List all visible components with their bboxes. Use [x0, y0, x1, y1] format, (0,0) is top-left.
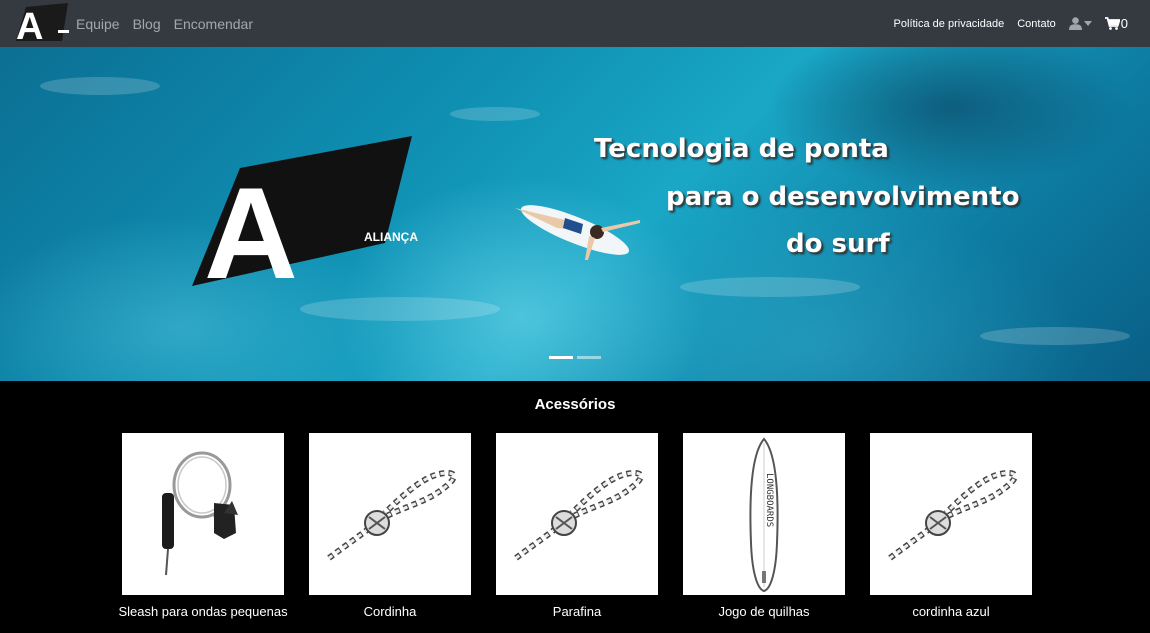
product-card[interactable]: Sleash para ondas pequenas — [118, 433, 288, 619]
nav-link-privacidade[interactable]: Política de privacidade — [894, 18, 1005, 30]
svg-text:LONGBOARDS: LONGBOARDS — [764, 473, 774, 527]
nav-left: Equipe Blog Encomendar — [76, 0, 253, 47]
svg-text:A: A — [204, 160, 298, 288]
product-image-longboard[interactable]: LONGBOARDS — [683, 433, 845, 595]
brand-logo[interactable]: A — [12, 3, 72, 43]
nav-right: Política de privacidade Contato 0 — [894, 0, 1128, 47]
product-card[interactable]: Parafina — [496, 433, 658, 619]
product-name[interactable]: Jogo de quilhas — [718, 604, 809, 619]
carousel-indicator-1[interactable] — [549, 356, 573, 359]
leash-image — [162, 451, 238, 576]
wave-foam — [40, 77, 160, 95]
cart-count: 0 — [1120, 16, 1128, 31]
wave-foam — [450, 107, 540, 121]
user-dropdown[interactable] — [1068, 17, 1092, 30]
user-icon — [1068, 17, 1082, 30]
hero-logo: A ALIANÇA — [192, 136, 418, 288]
surfer-image — [515, 205, 640, 260]
product-name[interactable]: Parafina — [553, 604, 601, 619]
longboard-image: LONGBOARDS — [749, 437, 779, 593]
hero-line-3: do surf — [786, 229, 890, 259]
carousel-indicator-2[interactable] — [577, 356, 601, 359]
svg-text:A: A — [16, 6, 43, 43]
product-card[interactable]: Cordinha — [309, 433, 471, 619]
product-card[interactable]: cordinha azul — [870, 433, 1032, 619]
svg-text:ALIANÇA: ALIANÇA — [364, 230, 418, 244]
cart-button[interactable]: 0 — [1104, 16, 1128, 31]
wave-foam — [680, 277, 860, 297]
wave-foam — [980, 327, 1130, 345]
product-name[interactable]: cordinha azul — [912, 604, 989, 619]
product-image-rope[interactable] — [496, 433, 658, 595]
product-name[interactable]: Cordinha — [364, 604, 417, 619]
product-image-rope[interactable] — [870, 433, 1032, 595]
nav-link-encomendar[interactable]: Encomendar — [174, 16, 253, 32]
rope-image — [514, 469, 644, 561]
nav-link-contato[interactable]: Contato — [1017, 18, 1056, 30]
carousel-indicators — [549, 356, 601, 359]
hero-line-1: Tecnologia de ponta — [594, 134, 889, 164]
hero-carousel[interactable]: A ALIANÇA Tecnologia de ponta para o des… — [0, 47, 1150, 381]
rope-image — [888, 469, 1018, 561]
product-image-leash[interactable] — [122, 433, 284, 595]
section-title: Acessórios — [534, 396, 616, 413]
product-name[interactable]: Sleash para ondas pequenas — [118, 604, 287, 619]
chevron-down-icon — [1083, 21, 1092, 26]
hero-line-2: para o desenvolvimento — [666, 182, 1020, 212]
product-list: Sleash para ondas pequenas Cordinha Para… — [118, 433, 1032, 619]
nav-link-equipe[interactable]: Equipe — [76, 16, 120, 32]
cart-icon — [1104, 17, 1120, 30]
rope-image — [327, 469, 457, 561]
nav-link-blog[interactable]: Blog — [133, 16, 161, 32]
navbar: A Equipe Blog Encomendar Política de pri… — [0, 0, 1150, 47]
product-image-rope[interactable] — [309, 433, 471, 595]
product-card[interactable]: LONGBOARDS Jogo de quilhas — [683, 433, 845, 619]
wave-foam — [300, 297, 500, 321]
